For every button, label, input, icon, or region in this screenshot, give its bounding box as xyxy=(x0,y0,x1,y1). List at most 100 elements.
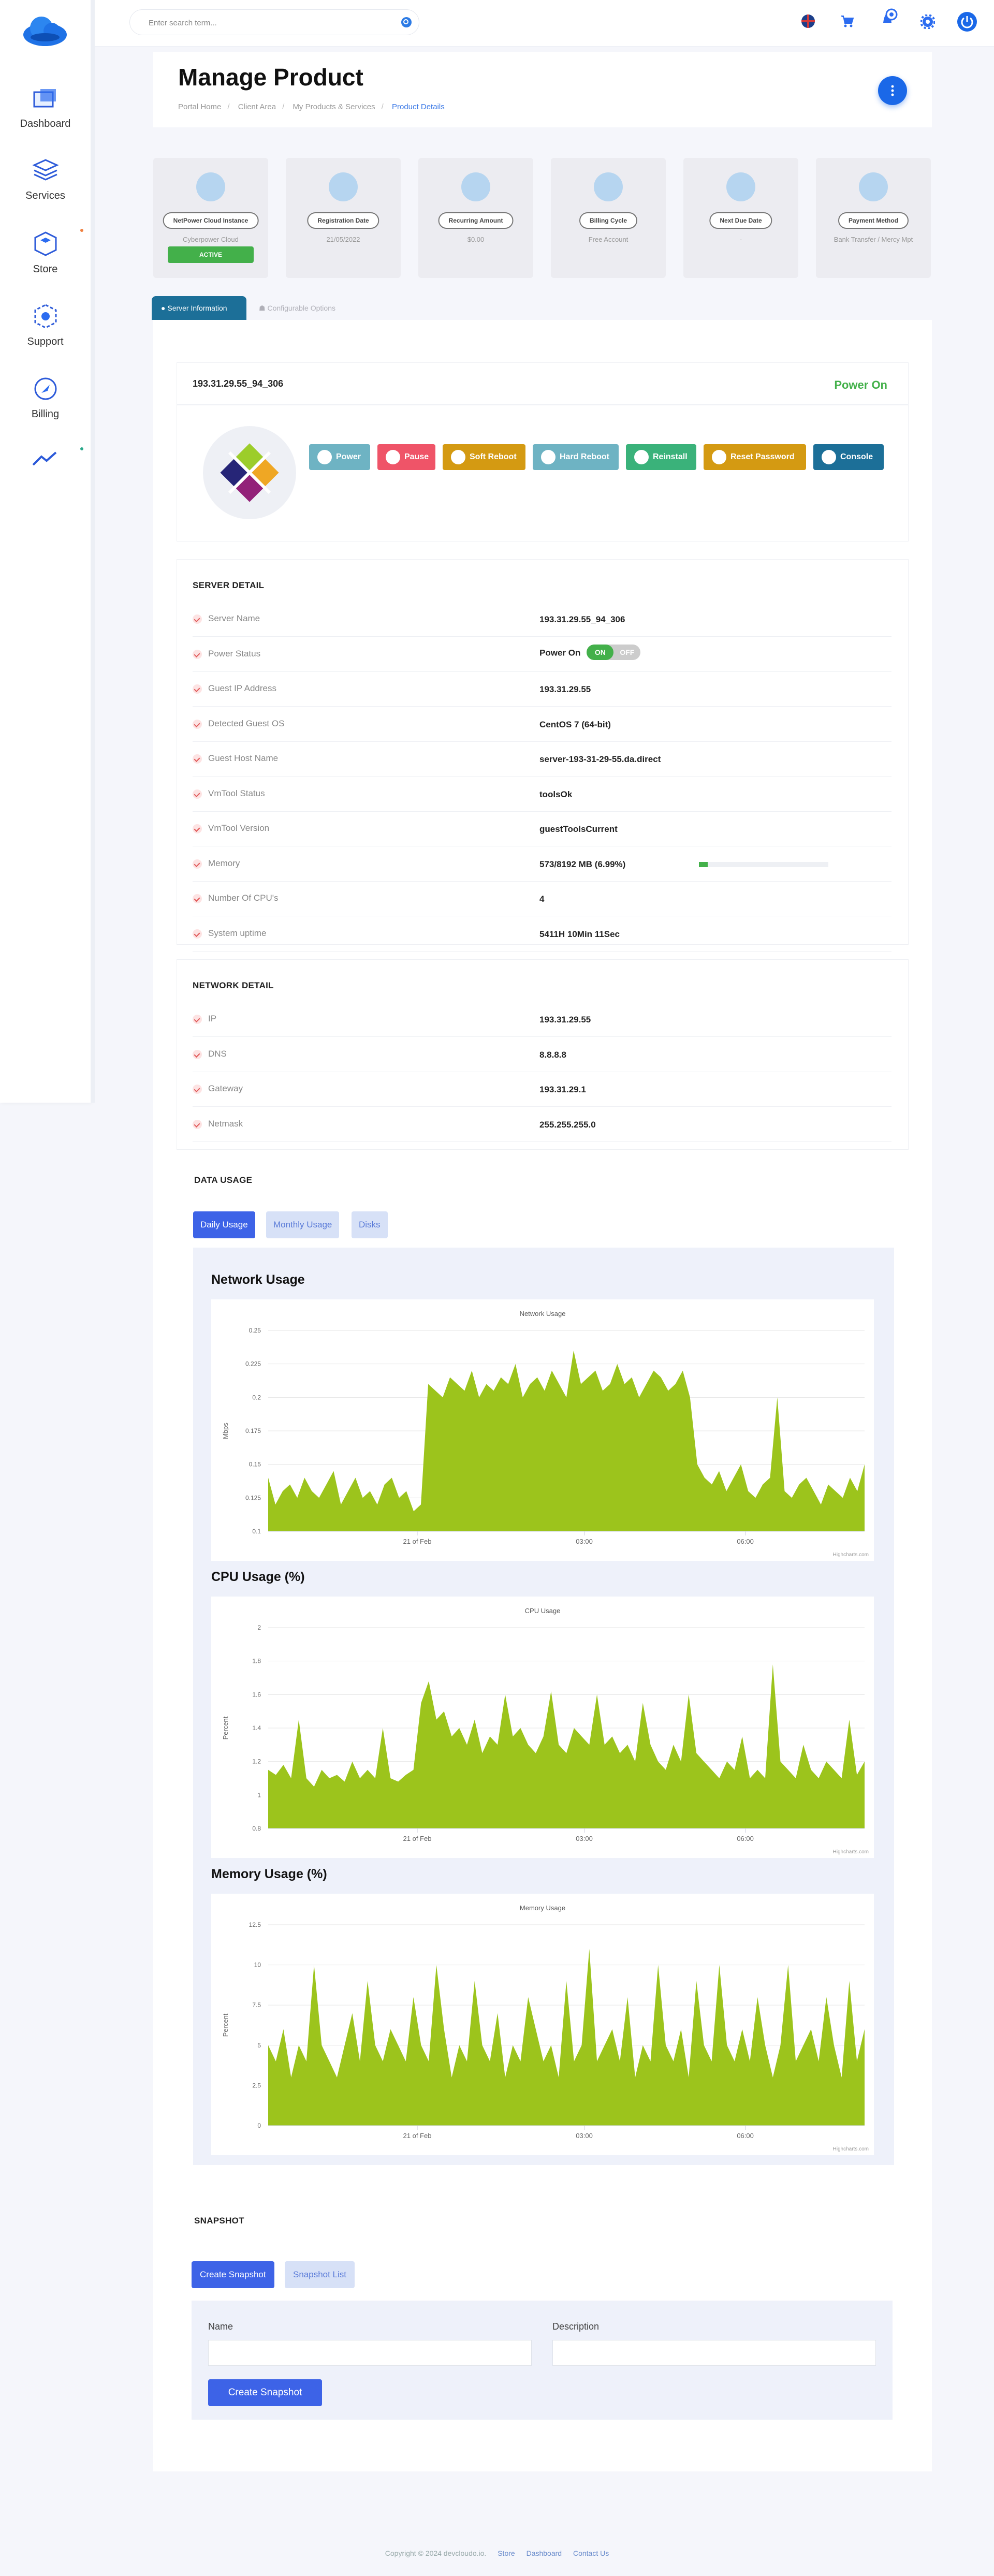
pause-button[interactable]: Pause xyxy=(377,444,435,470)
y-tick-label: 0.225 xyxy=(245,1360,261,1368)
breadcrumb-my-products[interactable]: My Products & Services xyxy=(293,103,375,111)
calendar-icon xyxy=(726,172,755,201)
y-axis-label: Percent xyxy=(222,2013,229,2037)
language-flag-icon[interactable] xyxy=(801,14,815,28)
notification-dot xyxy=(80,447,83,450)
y-tick-label: 10 xyxy=(254,1962,261,1969)
power-toggle[interactable]: ON OFF xyxy=(587,644,641,660)
detail-row: Gateway 193.31.29.1 xyxy=(193,1072,891,1107)
sidebar-item-services[interactable]: Services xyxy=(0,158,91,202)
cart-icon[interactable] xyxy=(840,14,854,28)
stat-value: - xyxy=(739,236,742,243)
y-tick-label: 5 xyxy=(257,2042,261,2049)
footer-link-store[interactable]: Store xyxy=(498,2549,515,2557)
breadcrumb-client-area[interactable]: Client Area xyxy=(238,103,276,111)
tab-create-snapshot[interactable]: Create Snapshot xyxy=(192,2261,274,2288)
check-icon xyxy=(193,929,202,939)
detail-value: 8.8.8.8 xyxy=(539,1049,566,1060)
sidebar-item-dashboard[interactable]: Dashboard xyxy=(0,88,91,130)
terminal-icon xyxy=(822,450,836,464)
cycle-icon xyxy=(594,172,623,201)
detail-value: server-193-31-29-55.da.direct xyxy=(539,754,661,764)
power-button[interactable]: Power xyxy=(309,444,370,470)
detail-label: Server Name xyxy=(208,613,260,623)
detail-row: Guest Host Name server-193-31-29-55.da.di… xyxy=(193,742,891,777)
snapshot-description-input[interactable] xyxy=(552,2340,876,2366)
reset-password-button[interactable]: Reset Password xyxy=(704,444,806,470)
breadcrumb: Portal Home / Client Area / My Products & … xyxy=(178,103,445,111)
server-icon xyxy=(196,172,225,201)
detail-row: Guest IP Address 193.31.29.55 xyxy=(193,672,891,707)
detail-row: Number Of CPU's 4 xyxy=(193,882,891,916)
detail-row: Server Name 193.31.29.55_94_306 xyxy=(193,602,891,637)
search-icon[interactable] xyxy=(401,17,412,27)
detail-value: CentOS 7 (64-bit) xyxy=(539,719,611,729)
create-snapshot-button[interactable]: Create Snapshot xyxy=(208,2379,322,2406)
cloud-logo-icon[interactable] xyxy=(21,11,70,53)
centos-logo xyxy=(203,426,296,519)
chart-credit: Highcharts.com xyxy=(833,2146,869,2152)
notification-dot xyxy=(80,229,83,232)
tab-snapshot-list[interactable]: Snapshot List xyxy=(285,2261,355,2288)
status-badge: ACTIVE xyxy=(168,246,254,263)
bell-icon[interactable] xyxy=(880,8,898,28)
tab-disks[interactable]: Disks xyxy=(352,1211,388,1238)
breadcrumb-portal-home[interactable]: Portal Home xyxy=(178,103,221,111)
server-actions-panel: Power Pause Soft Reboot Hard Reboot Rein… xyxy=(177,405,909,541)
tab-configurable-options[interactable]: ☗ Configurable Options xyxy=(259,296,335,320)
power-icon xyxy=(541,450,556,464)
tab-label: Server Information xyxy=(167,304,227,312)
x-tick-label: 21 of Feb xyxy=(403,2132,432,2140)
detail-row: Netmask 255.255.255.0 xyxy=(193,1107,891,1142)
stat-label: Next Due Date xyxy=(709,212,772,229)
footer-link-dashboard[interactable]: Dashboard xyxy=(527,2549,562,2557)
key-icon xyxy=(712,450,726,464)
breadcrumb-product-details: Product Details xyxy=(392,103,445,111)
snapshot-name-input[interactable] xyxy=(208,2340,532,2366)
detail-value: Power On xyxy=(539,647,581,657)
box-icon xyxy=(34,231,56,256)
search-input[interactable] xyxy=(149,17,387,28)
check-icon xyxy=(193,859,202,869)
sidebar-item-label: Services xyxy=(25,190,65,201)
tab-monthly-usage[interactable]: Monthly Usage xyxy=(266,1211,340,1238)
y-tick-label: 2.5 xyxy=(252,2082,261,2089)
centos-icon xyxy=(220,443,279,502)
power-icon xyxy=(317,450,332,464)
stat-card-next-due: Next Due Date - xyxy=(683,158,798,278)
footer-link-contact[interactable]: Contact Us xyxy=(573,2549,609,2557)
snapshot-form: Name Description Create Snapshot xyxy=(192,2301,893,2420)
series-area xyxy=(268,1949,865,2126)
detail-row: Detected Guest OS CentOS 7 (64-bit) xyxy=(193,707,891,742)
sidebar-item-label: Billing xyxy=(31,408,60,420)
console-button[interactable]: Console xyxy=(813,444,884,470)
sidebar-item-billing[interactable]: Billing xyxy=(0,375,91,420)
gear-icon[interactable] xyxy=(920,14,935,29)
x-tick-label: 06:00 xyxy=(737,1538,754,1545)
more-options-button[interactable] xyxy=(878,76,907,105)
soft-reboot-button[interactable]: Soft Reboot xyxy=(443,444,525,470)
tab-server-information[interactable]: ● Server Information xyxy=(152,296,246,320)
billing-icon xyxy=(34,377,56,400)
chart-credit: Highcharts.com xyxy=(833,1552,869,1558)
sidebar-item-store[interactable]: Store xyxy=(0,230,91,275)
chart-credit: Highcharts.com xyxy=(833,1849,869,1855)
detail-label: Detected Guest OS xyxy=(208,718,285,728)
detail-value: 193.31.29.1 xyxy=(539,1085,586,1094)
support-icon xyxy=(34,304,56,329)
check-icon xyxy=(193,894,202,903)
sidebar-item-support[interactable]: Support xyxy=(0,303,91,348)
detail-label: IP xyxy=(208,1014,217,1023)
power-logout-icon[interactable] xyxy=(957,11,977,32)
stat-value: Free Account xyxy=(588,236,628,243)
tab-daily-usage[interactable]: Daily Usage xyxy=(193,1211,255,1238)
copyright-text: Copyright © 2024 devcloudo.io. xyxy=(385,2549,487,2557)
chart-icon[interactable] xyxy=(31,450,58,466)
memory-progress-bar xyxy=(699,862,828,868)
reinstall-button[interactable]: Reinstall xyxy=(626,444,696,470)
hard-reboot-button[interactable]: Hard Reboot xyxy=(533,444,619,470)
x-tick-label: 21 of Feb xyxy=(403,1538,432,1545)
y-tick-label: 0.25 xyxy=(249,1327,261,1334)
section-title: DATA USAGE xyxy=(194,1175,253,1185)
detail-row: Power StatusPower OnPower OnONOFF xyxy=(193,637,891,672)
